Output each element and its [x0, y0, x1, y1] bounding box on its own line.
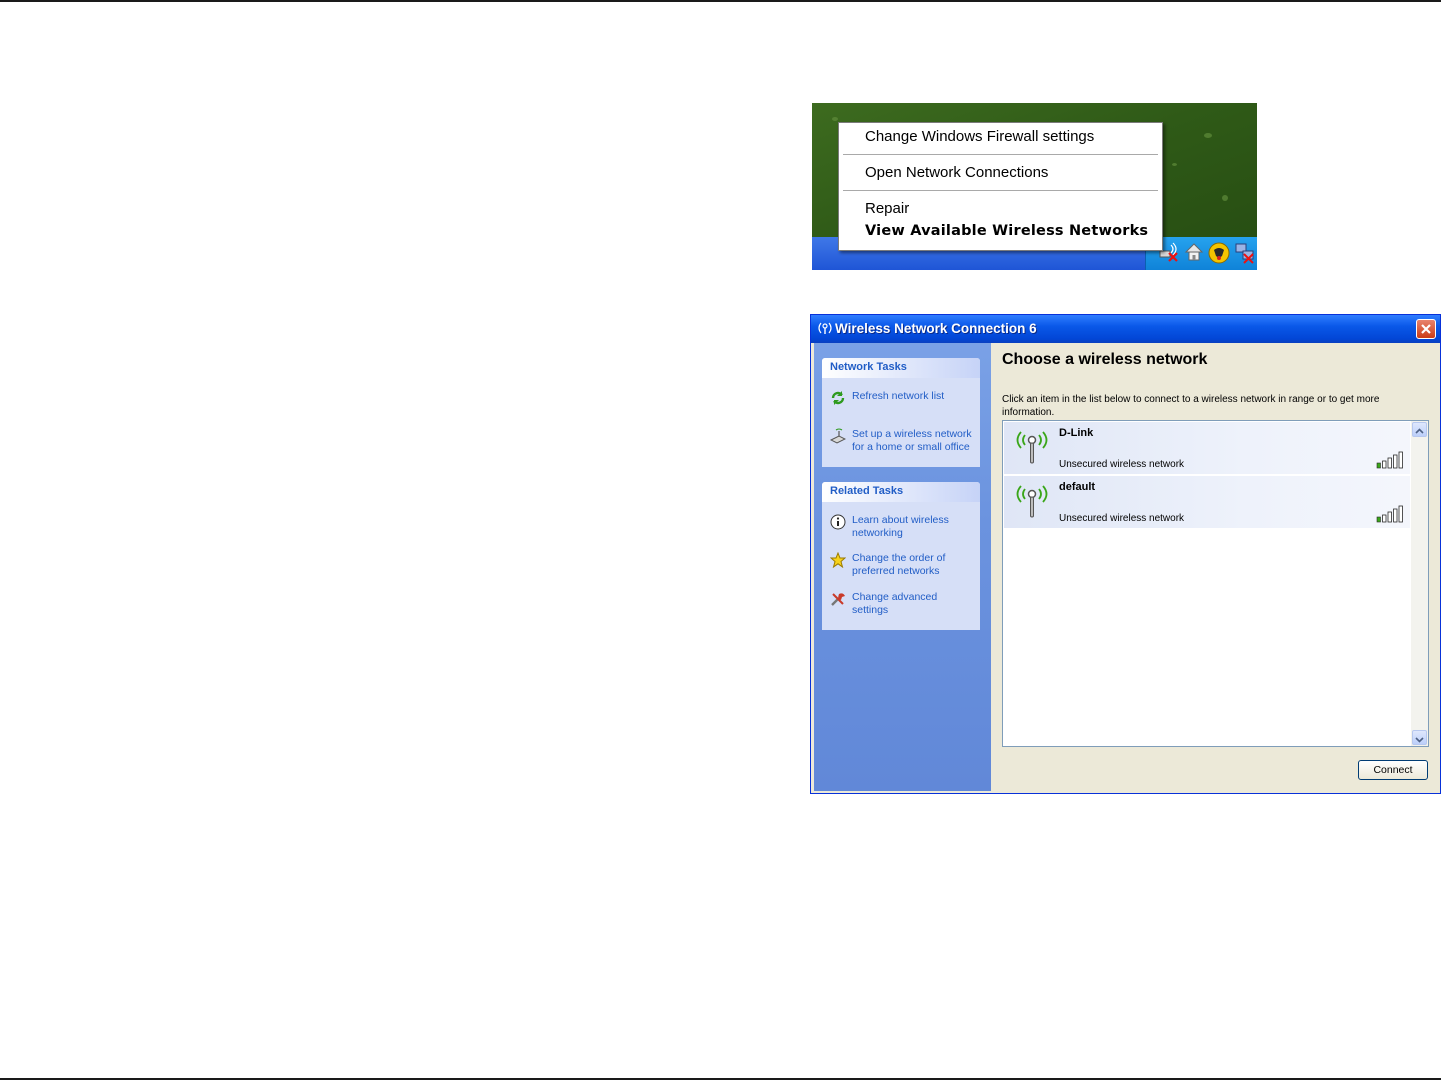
tools-icon	[830, 591, 846, 607]
task-label[interactable]: Change the order of preferred networks	[852, 552, 976, 578]
network-item-default[interactable]: default Unsecured wireless network	[1004, 476, 1410, 528]
menu-separator	[843, 190, 1158, 191]
vertical-scrollbar[interactable]	[1411, 421, 1428, 746]
window-title: Wireless Network Connection 6	[835, 321, 1037, 336]
scroll-down-button[interactable]	[1412, 730, 1427, 745]
network-name: default	[1059, 481, 1096, 493]
related-tasks-box: Related Tasks Learn about wireless netwo…	[822, 482, 980, 630]
task-setup-wireless-network[interactable]: Set up a wireless network for a home or …	[829, 428, 976, 456]
task-label[interactable]: Refresh network list	[852, 390, 976, 403]
top-rule	[0, 0, 1441, 2]
title-bar[interactable]: Wireless Network Connection 6	[811, 315, 1440, 343]
network-item-d-link[interactable]: D-Link Unsecured wireless network	[1004, 422, 1410, 474]
scroll-up-button[interactable]	[1412, 422, 1427, 437]
network-list[interactable]: D-Link Unsecured wireless network defaul…	[1002, 420, 1429, 747]
task-change-advanced-settings[interactable]: Change advanced settings	[830, 591, 976, 619]
bottom-rule	[0, 1078, 1441, 1080]
menu-separator	[843, 154, 1158, 155]
setup-wireless-icon	[829, 428, 847, 444]
instructions-text: Click an item in the list below to conne…	[1002, 394, 1380, 418]
close-button[interactable]	[1416, 319, 1436, 339]
close-icon	[1421, 324, 1431, 334]
wireless-antenna-icon	[1012, 428, 1052, 468]
network-name: D-Link	[1059, 427, 1094, 439]
chevron-up-icon	[1415, 428, 1424, 434]
tray-menu-screenshot: Change Windows Firewall settings Open Ne…	[812, 103, 1257, 270]
main-pane: Choose a wireless network Click an item …	[991, 343, 1439, 791]
related-tasks-header[interactable]: Related Tasks	[822, 482, 980, 502]
page-title: Choose a wireless network	[1002, 351, 1208, 368]
network-status: Unsecured wireless network	[1059, 513, 1185, 524]
menu-item-open-network-connections[interactable]: Open Network Connections	[865, 164, 1048, 181]
menu-item-firewall-settings[interactable]: Change Windows Firewall settings	[865, 128, 1094, 145]
signal-strength-icon	[1376, 505, 1406, 523]
network-tasks-title: Network Tasks	[830, 361, 907, 373]
task-change-preferred-order[interactable]: Change the order of preferred networks	[829, 551, 976, 580]
network-tasks-box: Network Tasks Refresh network list Set u…	[822, 358, 980, 467]
wireless-antenna-icon	[1012, 482, 1052, 522]
wireless-title-icon	[816, 320, 834, 334]
home-network-icon[interactable]	[1184, 242, 1204, 261]
network-tasks-header[interactable]: Network Tasks	[822, 358, 980, 378]
signal-strength-icon	[1376, 451, 1406, 469]
connect-button[interactable]: Connect	[1358, 760, 1428, 780]
security-center-icon[interactable]	[1208, 242, 1230, 264]
related-tasks-title: Related Tasks	[830, 485, 904, 497]
wireless-network-dialog: Wireless Network Connection 6 Network Ta…	[810, 314, 1441, 794]
chevron-down-icon	[1415, 737, 1424, 743]
network-status: Unsecured wireless network	[1059, 459, 1185, 470]
task-label[interactable]: Learn about wireless networking	[852, 514, 976, 540]
task-pane: Network Tasks Refresh network list Set u…	[814, 343, 991, 791]
network-disconnected-icon[interactable]	[1234, 242, 1254, 264]
refresh-icon	[830, 390, 846, 406]
menu-item-view-wireless-networks[interactable]: View Available Wireless Networks	[865, 223, 1148, 239]
menu-item-repair[interactable]: Repair	[865, 200, 909, 217]
star-icon	[829, 551, 847, 569]
task-label[interactable]: Set up a wireless network for a home or …	[852, 428, 976, 454]
task-refresh-network-list[interactable]: Refresh network list	[830, 390, 976, 406]
task-learn-wireless[interactable]: Learn about wireless networking	[830, 514, 976, 542]
info-icon	[830, 514, 846, 530]
task-label[interactable]: Change advanced settings	[852, 591, 976, 617]
tray-context-menu: Change Windows Firewall settings Open Ne…	[838, 122, 1163, 251]
